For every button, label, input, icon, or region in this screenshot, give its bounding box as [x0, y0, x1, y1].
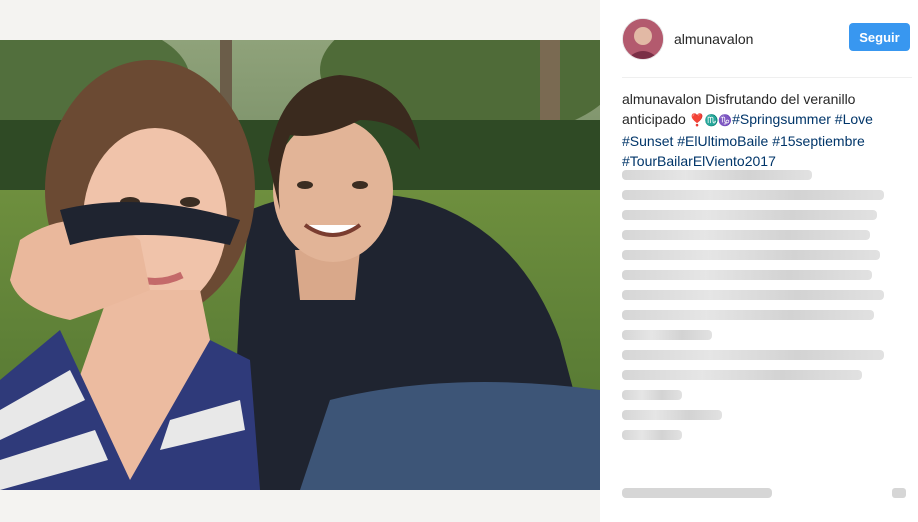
hashtag-link[interactable]: #ElUltimoBaile — [677, 133, 768, 149]
blurred-comment-line — [622, 210, 877, 220]
post-details: almunavalon Seguir almunavalon Disfrutan… — [600, 0, 918, 522]
blurred-comment-line — [622, 370, 862, 380]
media-pane — [0, 0, 600, 522]
username-link[interactable]: almunavalon — [674, 31, 753, 47]
avatar[interactable] — [622, 18, 664, 60]
hashtag-link[interactable]: #Springsummer — [732, 111, 831, 127]
follow-button[interactable]: Seguir — [849, 23, 910, 51]
hashtag-link[interactable]: #Love — [835, 111, 873, 127]
blurred-comment-line — [622, 310, 874, 320]
caption-username[interactable]: almunavalon — [622, 91, 701, 107]
blurred-footer — [622, 488, 772, 498]
caption-symbols: ♏️♑️ — [704, 115, 733, 127]
blurred-comment-line — [622, 250, 880, 260]
blurred-comment-line — [622, 390, 682, 400]
hashtag-link[interactable]: #TourBailarElViento2017 — [622, 153, 776, 169]
blurred-comment-line — [622, 270, 872, 280]
profile-avatar-icon — [623, 19, 663, 59]
more-options-icon[interactable] — [892, 488, 906, 498]
blurred-comments — [622, 170, 892, 450]
post-header: almunavalon Seguir — [622, 18, 912, 62]
post-photo[interactable] — [0, 40, 600, 490]
header-divider — [622, 77, 912, 78]
hashtag-link[interactable]: #Sunset — [622, 133, 673, 149]
blurred-comment-line — [622, 190, 884, 200]
blurred-comment-line — [622, 430, 682, 440]
blurred-comment-line — [622, 410, 722, 420]
blurred-comment-line — [622, 330, 712, 340]
post-photo-illustration — [0, 40, 600, 490]
caption-emoji: ❣️ — [689, 113, 705, 127]
blurred-comment-line — [622, 290, 884, 300]
post-caption: almunavalon Disfrutando del veranillo an… — [622, 89, 890, 171]
blurred-comment-line — [622, 230, 870, 240]
hashtag-link[interactable]: #15septiembre — [772, 133, 865, 149]
blurred-comment-line — [622, 170, 812, 180]
blurred-comment-line — [622, 350, 884, 360]
